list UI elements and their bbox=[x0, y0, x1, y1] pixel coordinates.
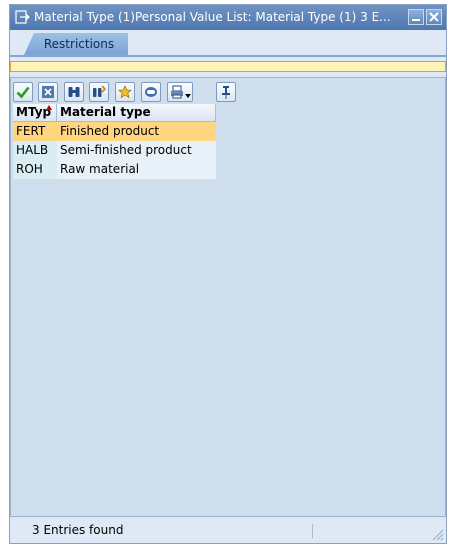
cell-description: Semi-finished product bbox=[57, 141, 216, 160]
choose-button[interactable] bbox=[13, 82, 33, 102]
cell-mtyp: FERT bbox=[13, 122, 57, 141]
status-separator bbox=[312, 524, 313, 538]
binoculars-icon bbox=[68, 87, 80, 97]
find-next-icon bbox=[93, 85, 106, 97]
tab-strip: Restrictions bbox=[10, 30, 446, 59]
cell-mtyp: ROH bbox=[13, 160, 57, 179]
print-icon bbox=[171, 85, 183, 99]
window-title: Material Type (1)Personal Value List: Ma… bbox=[34, 10, 391, 24]
tab-underline bbox=[10, 55, 446, 57]
pin-icon bbox=[222, 86, 230, 99]
dialog-window: Material Type (1)Personal Value List: Ma… bbox=[9, 4, 447, 544]
table-row[interactable]: ROH Raw material bbox=[13, 160, 216, 179]
cancel-button[interactable] bbox=[38, 82, 58, 102]
minimize-icon bbox=[412, 19, 420, 21]
resize-grip-icon[interactable] bbox=[430, 527, 444, 541]
close-box-icon bbox=[42, 86, 54, 98]
cell-description: Finished product bbox=[57, 122, 216, 141]
cell-mtyp: HALB bbox=[13, 141, 57, 160]
pin-button[interactable] bbox=[216, 82, 236, 102]
print-button[interactable] bbox=[167, 82, 193, 102]
column-header-mtyp[interactable]: MTyp bbox=[13, 104, 57, 122]
table-row[interactable]: FERT Finished product bbox=[13, 122, 216, 141]
window-menu-icon[interactable] bbox=[15, 10, 30, 24]
cell-description: Raw material bbox=[57, 160, 216, 179]
checkmark-icon bbox=[16, 86, 30, 99]
table-row[interactable]: HALB Semi-finished product bbox=[13, 141, 216, 160]
close-icon bbox=[429, 12, 439, 22]
favorites-button[interactable] bbox=[115, 82, 135, 102]
status-message: 3 Entries found bbox=[32, 523, 124, 537]
find-next-button[interactable] bbox=[89, 82, 109, 102]
column-header-description[interactable]: Material type description bbox=[57, 104, 216, 136]
info-bar bbox=[10, 61, 446, 72]
info-icon bbox=[145, 87, 157, 97]
tab-restrictions[interactable]: Restrictions bbox=[24, 33, 128, 55]
sort-ascending-icon bbox=[46, 105, 52, 110]
title-bar[interactable]: Material Type (1)Personal Value List: Ma… bbox=[10, 5, 446, 30]
status-bar: 3 Entries found bbox=[10, 519, 446, 543]
dropdown-arrow-icon[interactable] bbox=[185, 93, 191, 99]
information-button[interactable] bbox=[141, 82, 161, 102]
close-button[interactable] bbox=[426, 9, 442, 25]
find-button[interactable] bbox=[64, 82, 84, 102]
result-area: MTyp Material type description FERT Fini… bbox=[10, 77, 446, 517]
minimize-button[interactable] bbox=[408, 9, 424, 25]
favorite-icon bbox=[118, 85, 132, 99]
